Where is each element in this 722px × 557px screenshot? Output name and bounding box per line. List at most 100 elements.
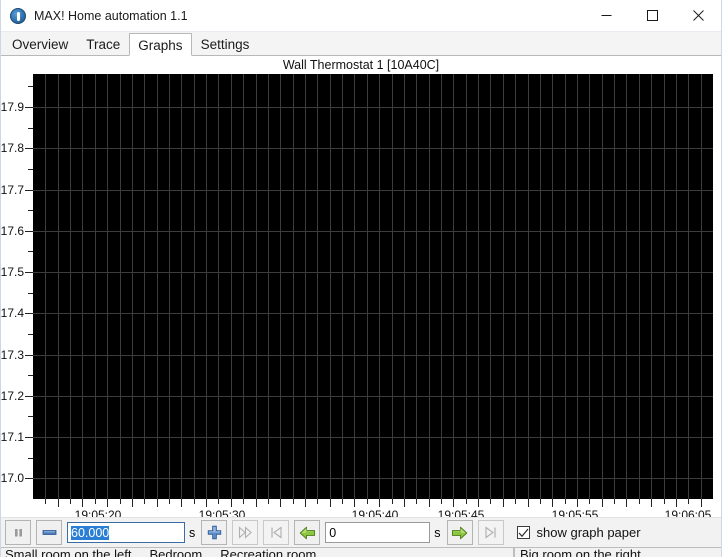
close-button[interactable] <box>675 0 721 31</box>
vertical-gridline <box>589 74 590 499</box>
pause-button[interactable] <box>5 520 31 545</box>
x-tick-minor <box>243 499 244 504</box>
vertical-gridline <box>354 74 355 499</box>
vertical-gridline <box>429 74 430 499</box>
checkmark-icon <box>518 528 528 537</box>
y-tick-label: 17.8 <box>0 141 24 155</box>
playback-toolbar: 60.000 s 0 s show graph paper <box>1 517 721 547</box>
x-tick-major <box>701 499 702 507</box>
tab-settings[interactable]: Settings <box>191 32 259 55</box>
y-tick-label: 17.3 <box>0 348 24 362</box>
status-bar: Small room on the left Bedroom Recreation … <box>1 547 721 557</box>
vertical-gridline <box>664 74 665 499</box>
vertical-gridline <box>218 74 219 499</box>
tab-trace[interactable]: Trace <box>77 32 130 55</box>
x-tick-major <box>231 499 232 507</box>
x-axis-ticks <box>33 499 713 508</box>
time-offset-input[interactable]: 0 <box>325 522 431 543</box>
maximize-icon <box>646 10 658 21</box>
vertical-gridline <box>404 74 405 499</box>
y-tick-label: 17.6 <box>0 224 24 238</box>
vertical-gridline <box>120 74 121 499</box>
status-bar-left[interactable]: Small room on the left Bedroom Recreation … <box>1 547 514 557</box>
tab-overview[interactable]: Overview <box>3 32 78 55</box>
x-tick-major <box>552 499 553 507</box>
y-tick-major <box>25 107 33 108</box>
y-tick-label: 17.1 <box>0 430 24 444</box>
status-bar-segment[interactable]: Bedroom <box>149 548 202 557</box>
x-tick-minor <box>268 499 269 504</box>
vertical-gridline <box>231 74 232 499</box>
horizontal-gridline <box>33 355 713 356</box>
pause-icon <box>14 529 22 537</box>
x-tick-minor <box>317 499 318 504</box>
x-tick-major <box>256 499 257 507</box>
tab-graphs[interactable]: Graphs <box>129 33 192 56</box>
step-forward-button[interactable] <box>446 520 473 545</box>
y-axis: 17.0 17.1 17.2 17.3 17.4 17.5 17.6 17.7 17.8 17.9 <box>1 74 33 508</box>
x-tick-major <box>379 499 380 507</box>
maximize-button[interactable] <box>629 0 675 31</box>
x-tick-minor <box>639 499 640 504</box>
y-tick-label: 17.9 <box>0 100 24 114</box>
x-tick-major <box>330 499 331 507</box>
vertical-gridline <box>688 74 689 499</box>
y-tick-major <box>25 437 33 438</box>
x-tick-major <box>58 499 59 507</box>
skip-to-start-button[interactable] <box>263 520 290 545</box>
arrow-right-icon <box>451 526 468 539</box>
vertical-gridline <box>330 74 331 499</box>
horizontal-gridline <box>33 313 713 314</box>
x-tick-major <box>354 499 355 507</box>
time-offset-unit: s <box>434 525 441 540</box>
vertical-gridline <box>367 74 368 499</box>
y-tick-major <box>25 396 33 397</box>
horizontal-gridline <box>33 231 713 232</box>
y-tick-major <box>25 355 33 356</box>
plot-canvas[interactable] <box>33 74 713 499</box>
vertical-gridline <box>639 74 640 499</box>
vertical-gridline <box>651 74 652 499</box>
tab-strip: Overview Trace Graphs Settings <box>1 32 721 56</box>
fast-forward-icon <box>238 526 252 539</box>
x-tick-major <box>132 499 133 507</box>
step-back-button[interactable] <box>294 520 321 545</box>
vertical-gridline <box>540 74 541 499</box>
vertical-gridline <box>626 74 627 499</box>
skip-to-end-button[interactable] <box>477 520 504 545</box>
x-tick-major <box>528 499 529 507</box>
fast-forward-button[interactable] <box>232 520 259 545</box>
x-tick-major <box>206 499 207 507</box>
increase-span-button[interactable] <box>201 520 228 545</box>
time-span-value: 60.000 <box>71 525 110 540</box>
minimize-button[interactable] <box>583 0 629 31</box>
vertical-gridline <box>181 74 182 499</box>
time-span-input[interactable]: 60.000 <box>67 522 185 543</box>
skip-to-start-icon <box>271 526 282 539</box>
x-tick-minor <box>441 499 442 504</box>
show-graph-paper-label: show graph paper <box>536 525 641 540</box>
arrow-left-icon <box>299 526 315 539</box>
vertical-gridline <box>45 74 46 499</box>
x-tick-major <box>82 499 83 507</box>
title-bar: MAX! Home automation 1.1 <box>1 0 721 32</box>
x-tick-minor <box>367 499 368 504</box>
status-bar-segment[interactable]: Recreation room <box>220 548 316 557</box>
status-bar-segment[interactable]: Small room on the left <box>5 548 131 557</box>
horizontal-gridline <box>33 107 713 108</box>
x-tick-minor <box>565 499 566 504</box>
x-tick-major <box>107 499 108 507</box>
y-tick-major <box>25 478 33 479</box>
x-tick-minor <box>169 499 170 504</box>
x-tick-minor <box>95 499 96 504</box>
status-bar-right[interactable]: Big room on the right <box>514 547 721 557</box>
x-tick-major <box>157 499 158 507</box>
show-graph-paper-checkbox[interactable] <box>516 526 530 539</box>
vertical-gridline <box>676 74 677 499</box>
x-tick-major <box>429 499 430 507</box>
vertical-gridline <box>565 74 566 499</box>
vertical-gridline <box>392 74 393 499</box>
x-tick-minor <box>45 499 46 504</box>
x-tick-minor <box>416 499 417 504</box>
decrease-span-button[interactable] <box>36 520 62 545</box>
